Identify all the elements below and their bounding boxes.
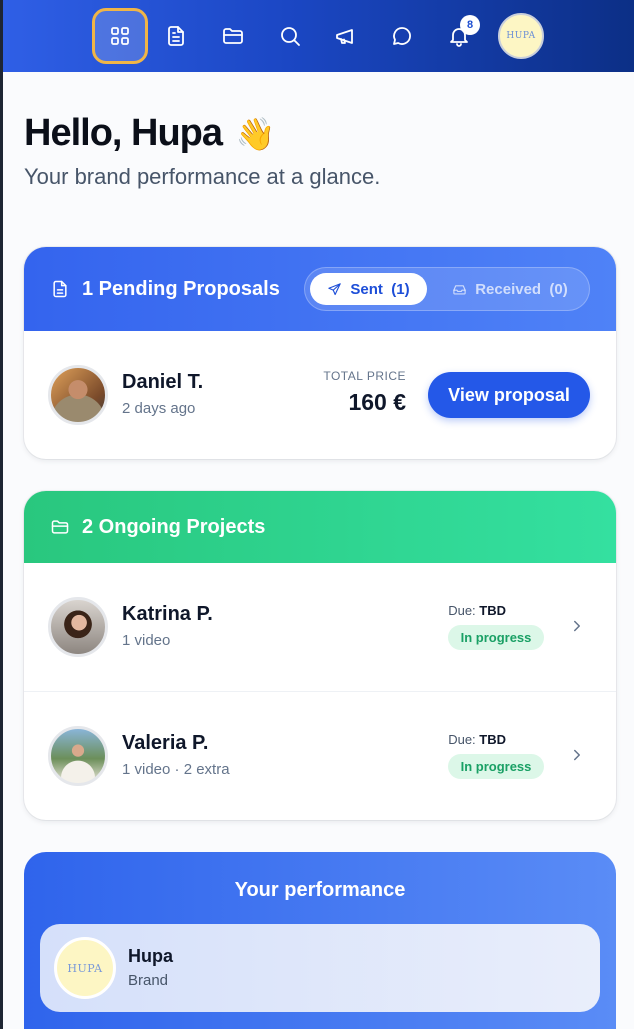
page-title: Hello, Hupa 👋 <box>24 112 276 155</box>
nav-search[interactable] <box>272 18 308 54</box>
chevron-right-icon[interactable] <box>568 746 586 764</box>
due-label: Due: <box>448 603 480 618</box>
performance-card: Your performance HUPA Hupa Brand <box>24 852 616 1029</box>
tab-sent-label: Sent (1) <box>350 280 410 298</box>
nav-proposals[interactable] <box>158 18 194 54</box>
left-border <box>0 0 3 1029</box>
project-detail: 1 video · 2 extra <box>122 761 230 778</box>
dashboard-grid-icon <box>111 27 129 45</box>
proposals-tab-switcher: Sent (1) Received (0) <box>304 267 590 311</box>
tab-received[interactable]: Received (0) <box>435 273 585 305</box>
performance-title: Your performance <box>234 879 406 901</box>
megaphone-icon <box>336 29 353 44</box>
project-due: Due: TBD <box>448 732 506 747</box>
wave-emoji: 👋 <box>235 116 276 152</box>
nav-dashboard[interactable] <box>92 8 148 64</box>
user-avatar[interactable]: HUPA <box>498 13 544 59</box>
folder-icon <box>50 517 70 537</box>
project-detail: 1 video <box>122 632 171 649</box>
status-badge: In progress <box>448 754 544 779</box>
proposal-row[interactable]: Daniel T. 2 days ago TOTAL PRICE 160 € V… <box>24 331 616 459</box>
proposals-header: 1 Pending Proposals Sent (1) Received (0… <box>24 247 616 331</box>
projects-header: 2 Ongoing Projects <box>24 491 616 563</box>
total-price-value: 160 € <box>348 389 406 415</box>
brand-type: Brand <box>128 972 169 989</box>
status-badge: In progress <box>448 625 544 650</box>
tab-received-label: Received (0) <box>475 280 568 298</box>
project-creator-name: Katrina P. <box>122 603 213 625</box>
inbox-icon <box>453 284 466 294</box>
brand-logo: HUPA <box>54 937 116 999</box>
notification-badge: 8 <box>460 15 480 35</box>
due-value: TBD <box>479 732 506 747</box>
projects-title: 2 Ongoing Projects <box>82 515 266 538</box>
project-due: Due: TBD <box>448 603 506 618</box>
search-icon <box>281 27 300 46</box>
project-row[interactable]: Katrina P. 1 video Due: TBD In progress <box>24 563 616 691</box>
ongoing-projects-card: 2 Ongoing Projects Katrina P. 1 video Du… <box>24 491 616 820</box>
total-price-label: TOTAL PRICE <box>323 369 406 383</box>
project-row[interactable]: Valeria P. 1 video · 2 extra Due: TBD In… <box>24 691 616 819</box>
document-icon <box>50 279 70 299</box>
brand-name: Hupa <box>128 946 173 966</box>
project-creator-name: Valeria P. <box>122 732 209 754</box>
document-icon <box>168 26 184 46</box>
send-icon <box>328 282 342 295</box>
page-subtitle: Your brand performance at a glance. <box>24 164 381 189</box>
folder-icon <box>223 28 243 44</box>
top-navbar: 8 HUPA <box>3 0 634 72</box>
pending-proposals-card: 1 Pending Proposals Sent (1) Received (0… <box>24 247 616 459</box>
avatar <box>48 726 108 786</box>
brand-summary[interactable]: HUPA Hupa Brand <box>40 924 600 1012</box>
proposal-time: 2 days ago <box>122 400 196 417</box>
proposals-title: 1 Pending Proposals <box>82 277 280 300</box>
chat-bubble-icon <box>393 27 411 45</box>
nav-projects[interactable] <box>215 18 251 54</box>
nav-messages[interactable] <box>384 18 420 54</box>
avatar <box>48 597 108 657</box>
view-proposal-button[interactable]: View proposal <box>428 372 590 418</box>
nav-campaigns[interactable] <box>328 18 364 54</box>
tab-sent[interactable]: Sent (1) <box>310 273 427 305</box>
avatar <box>48 365 108 425</box>
due-value: TBD <box>479 603 506 618</box>
proposal-creator-name: Daniel T. <box>122 371 204 393</box>
nav-notifications[interactable]: 8 <box>441 15 480 54</box>
greeting-text: Hello, Hupa <box>24 112 223 154</box>
chevron-right-icon[interactable] <box>568 617 586 635</box>
due-label: Due: <box>448 732 480 747</box>
